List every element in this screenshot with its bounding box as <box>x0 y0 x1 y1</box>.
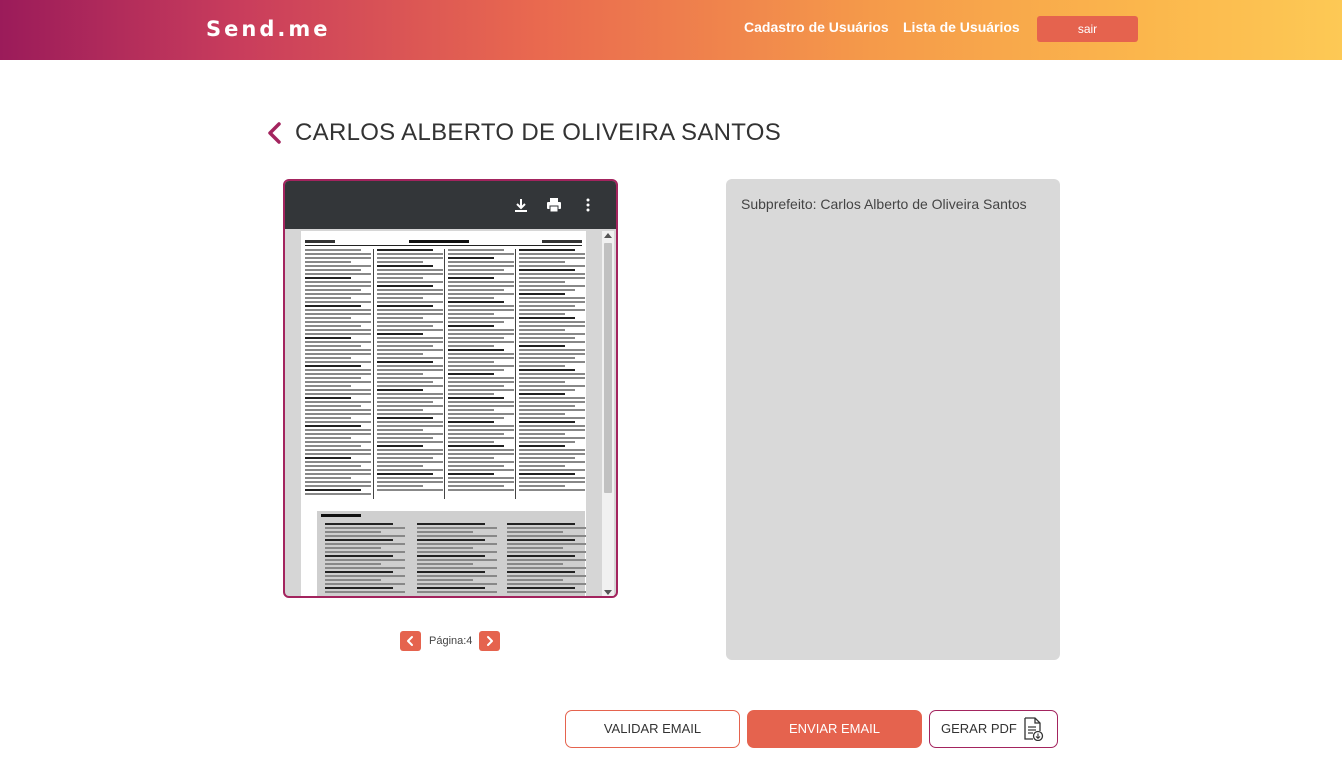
subprefeito-text: Subprefeito: Carlos Alberto de Oliveira … <box>741 196 1027 212</box>
nav-cadastro-usuarios[interactable]: Cadastro de Usuários <box>744 19 889 35</box>
pdf-column <box>448 249 514 499</box>
scroll-up-arrow-icon[interactable] <box>604 233 612 238</box>
generate-pdf-label: GERAR PDF <box>941 721 1017 736</box>
pdf-column <box>305 249 371 499</box>
previous-page-button[interactable] <box>400 631 421 651</box>
download-icon[interactable] <box>513 197 529 213</box>
info-panel: Subprefeito: Carlos Alberto de Oliveira … <box>726 179 1060 660</box>
page-title: CARLOS ALBERTO DE OLIVEIRA SANTOS <box>295 119 782 146</box>
validate-email-button[interactable]: VALIDAR EMAIL <box>565 710 740 748</box>
scroll-thumb[interactable] <box>604 243 612 493</box>
logout-button[interactable]: sair <box>1037 16 1138 42</box>
pdf-subprefeituras-block <box>317 511 586 596</box>
chevron-left-icon <box>407 636 413 646</box>
pdf-scrollbar[interactable] <box>602 231 614 596</box>
document-download-icon <box>1024 717 1044 741</box>
pdf-page-header <box>305 239 582 246</box>
send-email-button[interactable]: ENVIAR EMAIL <box>747 710 922 748</box>
pdf-toolbar <box>285 181 616 229</box>
pdf-column <box>377 249 443 499</box>
top-header: Send.me Cadastro de Usuários Lista de Us… <box>0 0 1342 60</box>
pdf-page-thumbnail <box>301 231 586 596</box>
scroll-down-arrow-icon[interactable] <box>604 590 612 595</box>
pdf-viewer[interactable] <box>283 179 618 598</box>
chevron-right-icon <box>487 636 493 646</box>
brand-logo[interactable]: Send.me <box>206 17 330 41</box>
generate-pdf-button[interactable]: GERAR PDF <box>929 710 1058 748</box>
back-chevron-icon[interactable] <box>266 122 284 144</box>
more-vert-icon[interactable] <box>580 197 596 213</box>
next-page-button[interactable] <box>479 631 500 651</box>
page-indicator: Página:4 <box>429 635 473 647</box>
pdf-column <box>519 249 585 499</box>
print-icon[interactable] <box>546 197 562 213</box>
nav-lista-usuarios[interactable]: Lista de Usuários <box>903 19 1020 35</box>
